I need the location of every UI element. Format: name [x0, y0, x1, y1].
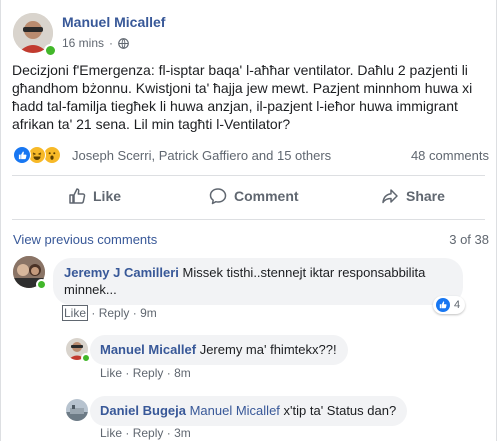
post-meta: 16 mins · — [62, 36, 129, 50]
like-icon — [13, 146, 31, 164]
reply-reply-link[interactable]: Reply — [133, 366, 164, 380]
post-time[interactable]: 16 mins — [62, 36, 104, 50]
comment-reply-link[interactable]: Reply — [99, 306, 130, 320]
divider-bottom — [12, 219, 485, 220]
reply-author[interactable]: Daniel Bugeja — [100, 403, 186, 418]
reply-bubble: Manuel Micallef Jeremy ma' fhimtekx??! — [90, 335, 348, 365]
comment-label: Comment — [234, 188, 299, 204]
globe-icon[interactable] — [118, 37, 129, 49]
thumbs-up-icon — [68, 187, 86, 205]
view-previous-comments-link[interactable]: View previous comments — [13, 232, 157, 247]
reply-time[interactable]: 3m — [174, 426, 191, 440]
comments-count[interactable]: 48 comments — [411, 148, 489, 163]
share-button[interactable]: Share — [381, 181, 445, 211]
online-status-dot — [81, 353, 91, 363]
reply-bubble: Daniel Bugeja Manuel Micallef x'tip ta' … — [90, 396, 408, 426]
comment-bubble: Jeremy J Camilleri Missek tisthi..stenne… — [53, 258, 463, 305]
comments-position: 3 of 38 — [449, 232, 489, 247]
reply-reply-link[interactable]: Reply — [133, 426, 164, 440]
card-border-left — [0, 0, 1, 441]
post-body-text: Decizjoni f'Emergenza: fl-isptar baqa' l… — [12, 62, 473, 132]
online-status-dot — [44, 44, 57, 57]
reaction-names[interactable]: Joseph Scerri, Patrick Gaffiero and 15 o… — [72, 148, 331, 163]
divider-top — [12, 175, 485, 176]
share-arrow-icon — [381, 187, 399, 205]
comment-author[interactable]: Jeremy J Camilleri — [64, 265, 179, 280]
share-label: Share — [406, 188, 445, 204]
post-author-name[interactable]: Manuel Micallef — [62, 14, 165, 30]
tagged-user[interactable]: Manuel Micallef — [190, 403, 280, 418]
comment-bubble-icon — [209, 187, 227, 205]
comment-button[interactable]: Comment — [209, 181, 299, 211]
reply-author-avatar[interactable] — [66, 399, 88, 421]
reply-like-link[interactable]: Like — [100, 366, 122, 380]
comment-actions: Like · Reply · 9m — [62, 305, 157, 321]
comment-like-link[interactable]: Like — [62, 305, 89, 321]
comment-time[interactable]: 9m — [140, 306, 157, 320]
like-label: Like — [93, 188, 122, 204]
reply-actions: Like · Reply · 3m — [100, 426, 191, 440]
comment-reaction-badge[interactable]: 4 — [433, 296, 466, 314]
reply-time[interactable]: 8m — [174, 366, 191, 380]
reply-like-link[interactable]: Like — [100, 426, 122, 440]
online-status-dot — [36, 279, 47, 290]
reply-text: Jeremy ma' fhimtekx??! — [199, 342, 337, 357]
like-icon — [436, 298, 450, 312]
like-button[interactable]: Like — [68, 181, 121, 211]
reply-author[interactable]: Manuel Micallef — [100, 342, 196, 357]
reaction-count: 4 — [454, 299, 461, 311]
reply-text: x'tip ta' Status dan? — [283, 403, 397, 418]
reply-actions: Like · Reply · 8m — [100, 366, 191, 380]
reaction-icons[interactable] — [13, 146, 61, 164]
